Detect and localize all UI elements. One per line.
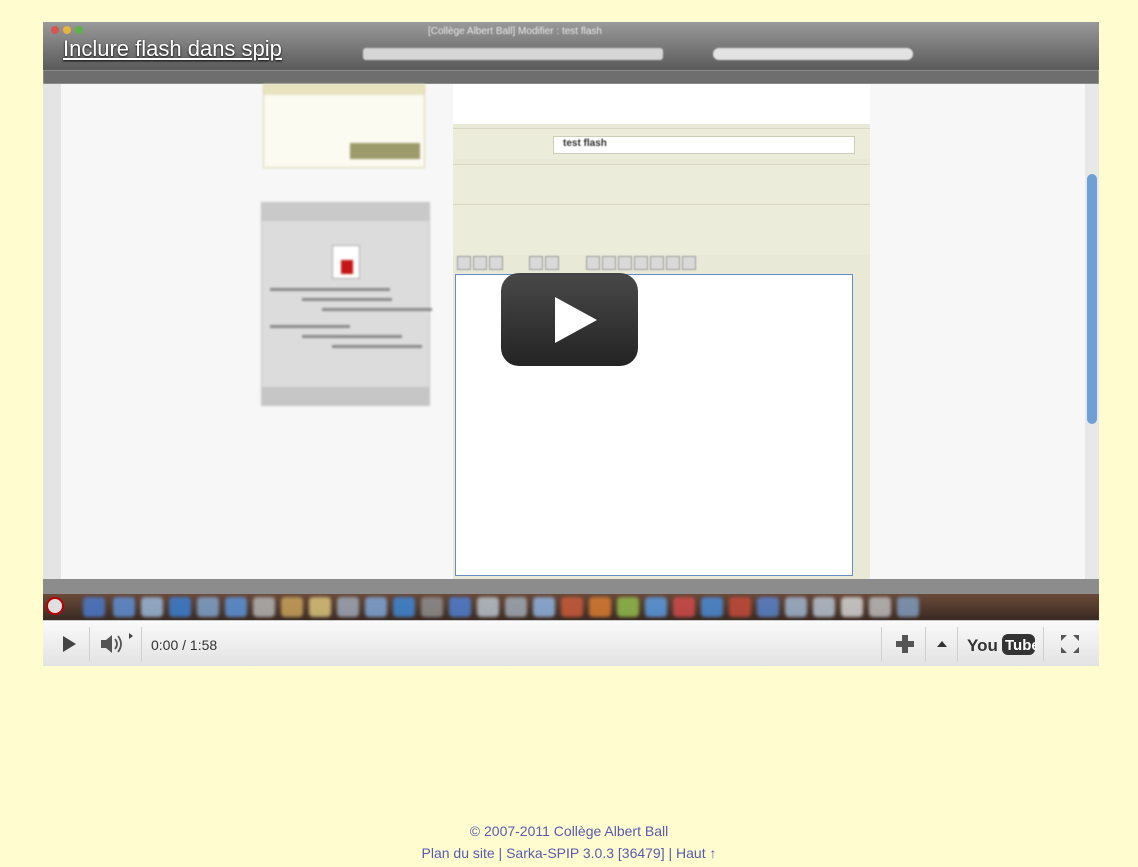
plus-icon	[896, 635, 914, 653]
play-button[interactable]	[55, 630, 83, 658]
svg-text:Tube: Tube	[1005, 637, 1037, 654]
youtube-logo[interactable]: You Tube	[965, 630, 1040, 658]
traffic-light-min-icon	[63, 26, 71, 34]
screen-dock	[43, 594, 1099, 620]
add-to-button[interactable]	[891, 630, 919, 658]
footer-link-sarka-spip[interactable]: Sarka-SPIP 3.0.3 [36479]	[506, 845, 665, 861]
traffic-light-max-icon	[75, 26, 83, 34]
progress-scrubber[interactable]	[46, 597, 64, 615]
footer-link-sitemap[interactable]: Plan du site	[422, 845, 495, 861]
fullscreen-button[interactable]	[1055, 630, 1085, 658]
video-title-link[interactable]: Inclure flash dans spip	[63, 36, 282, 62]
screen-url-bar	[363, 48, 663, 60]
footer-separator: |	[494, 845, 507, 861]
expand-button[interactable]	[931, 630, 953, 658]
footer-separator: |	[664, 845, 677, 861]
video-player[interactable]: [Collège Albert Ball] Modifier : test fl…	[43, 22, 1099, 666]
play-icon	[63, 636, 76, 652]
traffic-light-close-icon	[51, 26, 59, 34]
screen-status-bar	[43, 579, 1099, 594]
big-play-button[interactable]	[501, 273, 638, 366]
screen-upload-box	[263, 84, 425, 168]
screen-menubar	[43, 70, 1099, 84]
youtube-logo-icon: You Tube	[967, 634, 1040, 655]
screen-scrollbar	[1085, 84, 1099, 579]
svg-text:You: You	[967, 636, 998, 655]
caret-up-icon	[937, 641, 947, 647]
site-footer: © 2007-2011 Collège Albert Ball Plan du …	[0, 820, 1138, 864]
screen-search-bar	[713, 48, 913, 60]
footer-links: Plan du site | Sarka-SPIP 3.0.3 [36479] …	[0, 842, 1138, 864]
player-controls: 0:00 / 1:58 You Tube	[43, 620, 1099, 666]
volume-icon	[101, 633, 133, 653]
video-frame[interactable]: [Collège Albert Ball] Modifier : test fl…	[43, 22, 1099, 620]
play-icon	[555, 297, 597, 343]
volume-button[interactable]	[95, 630, 135, 658]
screen-right-column	[870, 84, 1085, 579]
screen-window-title: [Collège Albert Ball] Modifier : test fl…	[428, 26, 602, 37]
time-display: 0:00 / 1:58	[151, 637, 218, 653]
fullscreen-icon	[1061, 635, 1079, 653]
flash-file-icon	[332, 245, 360, 279]
footer-link-top[interactable]: Haut ↑	[676, 845, 716, 861]
screen-form-title-value: test flash	[563, 138, 607, 149]
screen-left-strip	[43, 84, 62, 579]
footer-copyright: © 2007-2011 Collège Albert Ball	[469, 823, 669, 839]
screen-document-box	[261, 202, 432, 406]
